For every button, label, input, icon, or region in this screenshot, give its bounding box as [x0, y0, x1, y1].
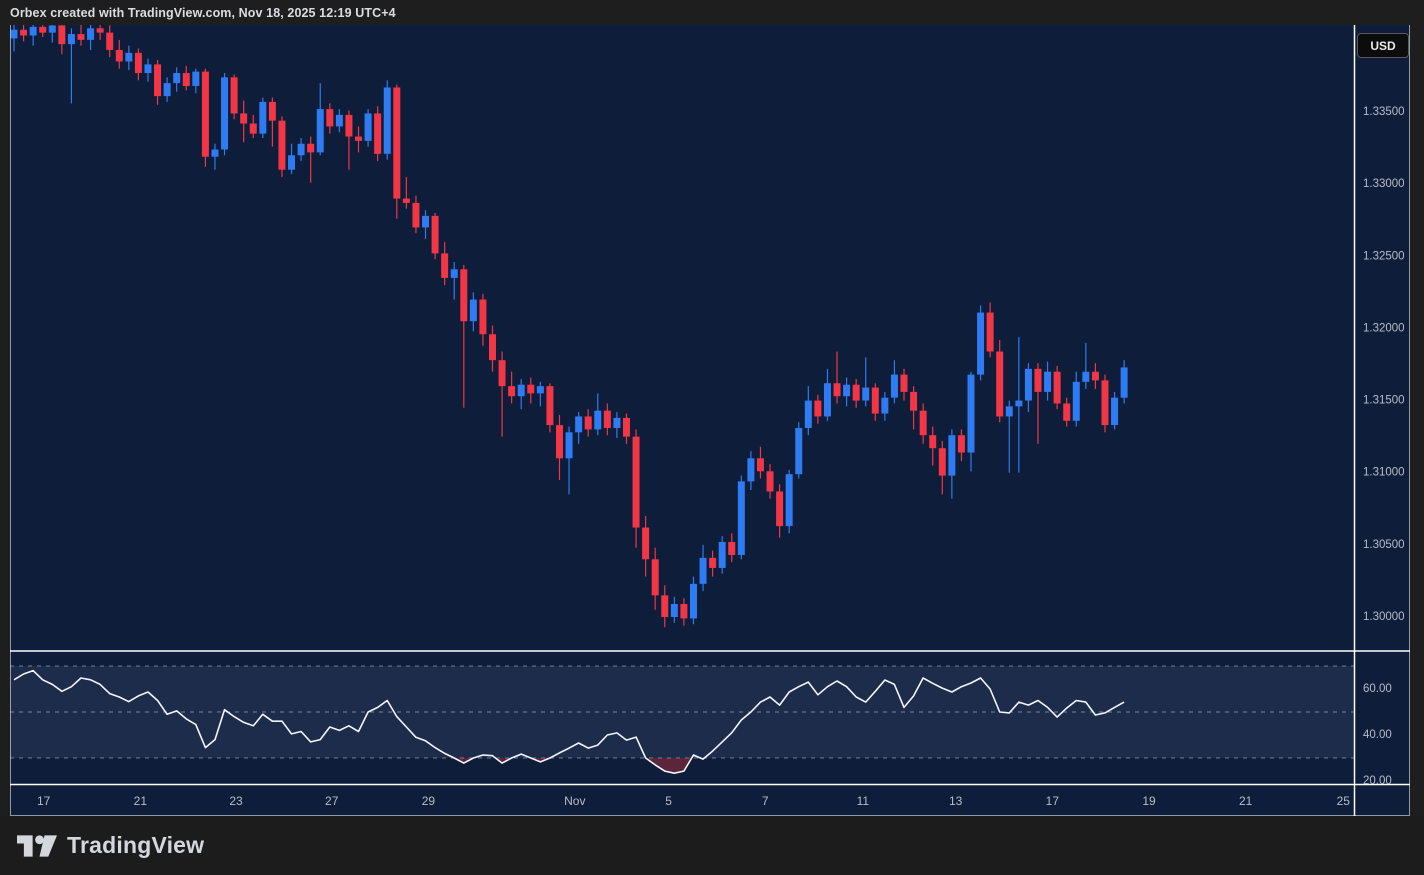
price-axis-label: 1.30000 — [1363, 611, 1405, 623]
price-axis-label: 1.31500 — [1363, 395, 1405, 407]
time-axis-label: 23 — [229, 794, 243, 808]
time-axis-label: 13 — [949, 794, 963, 808]
time-axis-label: 21 — [134, 794, 148, 808]
time-axis-label: 29 — [422, 794, 436, 808]
attribution-text: Orbex created with TradingView.com, Nov … — [0, 6, 396, 20]
time-axis-label: 11 — [857, 794, 870, 808]
time-axis-label: 17 — [37, 794, 51, 808]
time-axis-label: Nov — [564, 794, 585, 808]
time-axis-label: 17 — [1046, 794, 1060, 808]
time-axis-label: 19 — [1142, 794, 1156, 808]
time-axis-label: 27 — [325, 794, 339, 808]
price-axis-label: 1.33500 — [1363, 106, 1405, 118]
tradingview-logo-icon — [17, 833, 57, 859]
rsi-pane[interactable] — [10, 666, 1354, 773]
rsi-axis-label: 20.00 — [1363, 775, 1392, 787]
header-bar: Orbex created with TradingView.com, Nov … — [0, 0, 1424, 25]
rsi-axis-label: 40.00 — [1363, 729, 1392, 741]
time-axis-label: 7 — [762, 794, 769, 808]
tradingview-logo-link[interactable]: TradingView — [0, 832, 204, 859]
price-axis-label: 1.32500 — [1363, 250, 1405, 262]
time-axis-label: 25 — [1337, 794, 1351, 808]
price-axis-label: 1.33000 — [1363, 178, 1405, 190]
price-axis-label: 1.32000 — [1363, 322, 1405, 334]
rsi-axis-label: 60.00 — [1363, 683, 1392, 695]
time-axis-label: 5 — [665, 794, 672, 808]
price-axis-label: 1.30500 — [1363, 539, 1405, 551]
currency-usd-badge[interactable]: USD — [1357, 33, 1409, 58]
footer-bar: TradingView — [0, 816, 1424, 875]
price-axis-label: 1.31000 — [1363, 467, 1405, 479]
time-axis-label: 21 — [1239, 794, 1253, 808]
price-chart-canvas[interactable]: 1.33500 1.33000 1.32500 1.32000 1.31500 1.310… — [0, 0, 1424, 875]
tradingview-brand-text: TradingView — [67, 832, 204, 859]
